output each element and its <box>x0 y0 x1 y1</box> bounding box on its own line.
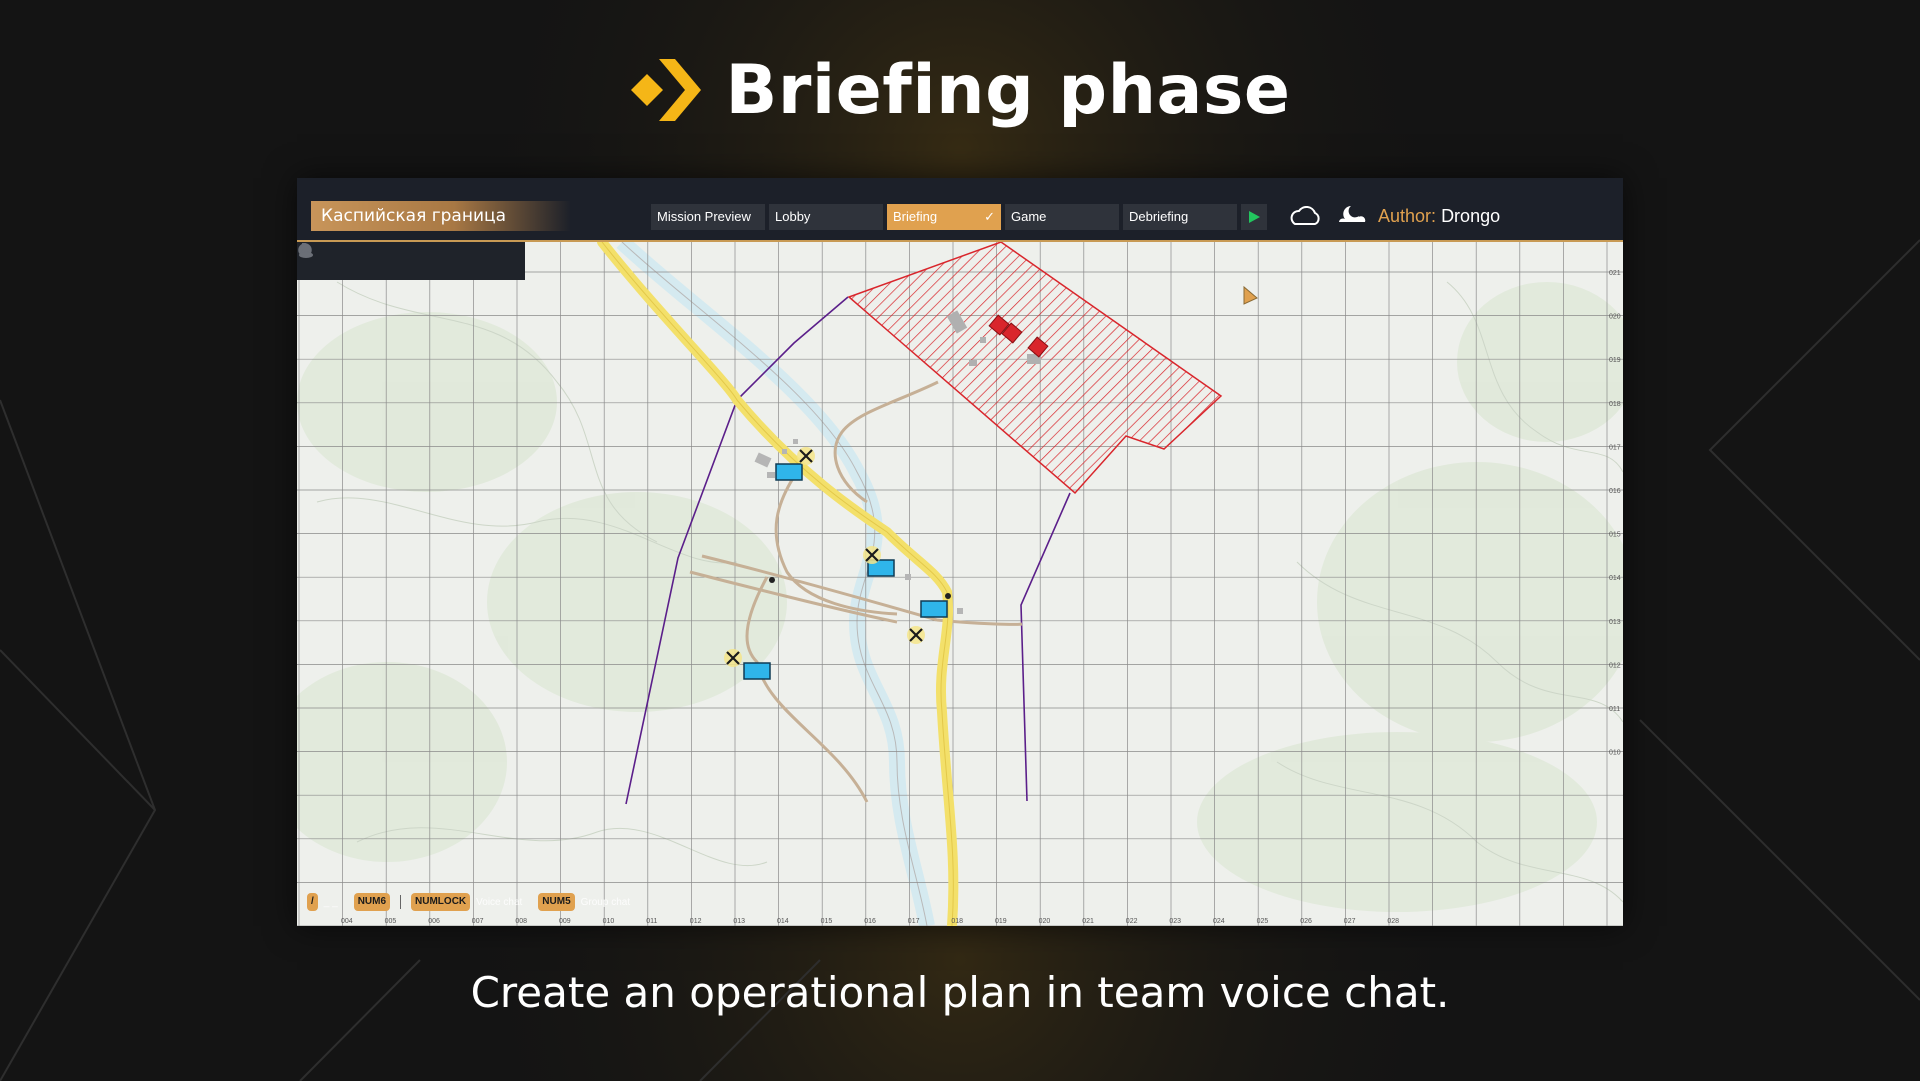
grid-label-right: 018 <box>1609 401 1621 408</box>
author-info: Author: Drongo <box>1378 206 1500 227</box>
hotkey-hints: / _ _ NUM6 NUMLOCK Voice chat NUM5 Group… <box>307 893 640 911</box>
voice-chat-hint: Voice chat <box>476 896 523 908</box>
grid-label-bottom: 012 <box>690 918 702 925</box>
tab-label: Lobby <box>775 209 811 224</box>
tab-label: Debriefing <box>1129 209 1189 224</box>
phase-tabs: Mission Preview Lobby Briefing ✓ Game Deb… <box>651 204 1237 230</box>
grid-label-bottom: 016 <box>864 918 876 925</box>
grid-label-bottom: 025 <box>1257 918 1269 925</box>
grid-label-bottom: 009 <box>559 918 571 925</box>
grid-label-right: 017 <box>1609 444 1621 451</box>
grid-label-bottom: 011 <box>646 918 657 925</box>
headline-title: Briefing phase <box>725 50 1291 130</box>
night-moon-icon[interactable] <box>1337 202 1367 228</box>
grid-label-bottom: 017 <box>908 918 920 925</box>
map-canvas[interactable]: 004 005 006 007 008 009 010 011 012 013 014 015 016 0… <box>297 242 1623 926</box>
compass-icon[interactable] <box>299 244 367 273</box>
grid-label-right: 011 <box>1609 706 1620 713</box>
headline: Briefing phase <box>0 48 1920 132</box>
separator <box>400 895 402 909</box>
grid-label-right: 014 <box>1609 575 1621 582</box>
grid-label-bottom: 014 <box>777 918 789 925</box>
grid-label-bottom: 020 <box>1039 918 1051 925</box>
numlock-key: NUMLOCK <box>411 893 471 911</box>
grid-label-right: 015 <box>1609 532 1621 539</box>
tab-label: Briefing <box>893 209 938 224</box>
map-toolbox <box>297 242 525 280</box>
grid-label-bottom: 015 <box>821 918 833 925</box>
grid-label-bottom: 008 <box>515 918 527 925</box>
grid-label-right: 010 <box>1609 750 1621 757</box>
grid-label-right: 021 <box>1609 270 1621 277</box>
pin-icon[interactable] <box>301 243 443 273</box>
slash-key: / <box>307 893 318 911</box>
author-name: Drongo <box>1441 206 1501 226</box>
num6-key: NUM6 <box>353 893 391 911</box>
mission-title: Каспийская граница <box>311 201 571 231</box>
play-button[interactable] <box>1241 204 1267 230</box>
hint-dash: _ _ <box>323 896 338 908</box>
tab-lobby[interactable]: Lobby <box>769 204 883 230</box>
grid-label-bottom: 006 <box>428 918 440 925</box>
group-icon[interactable] <box>299 244 519 273</box>
tab-mission-preview[interactable]: Mission Preview <box>651 204 765 230</box>
top-bar: Каспийская граница Mission Preview Lobby… <box>297 178 1623 242</box>
grid-label-right: 016 <box>1609 488 1621 495</box>
grid-label-bottom: 022 <box>1126 918 1138 925</box>
grid-label-right: 013 <box>1609 619 1621 626</box>
grid-label-bottom: 018 <box>951 918 963 925</box>
cloud-icon[interactable] <box>1288 206 1322 226</box>
grid-label-bottom: 007 <box>472 918 484 925</box>
author-label: Author: <box>1378 206 1437 226</box>
tab-label: Mission Preview <box>657 209 751 224</box>
grid-label-bottom: 026 <box>1300 918 1312 925</box>
grid-label-right: 020 <box>1609 314 1621 321</box>
tab-label: Game <box>1011 209 1047 224</box>
globe-icon[interactable] <box>298 243 405 273</box>
num5-key: NUM5 <box>538 893 575 911</box>
grid-label-bottom: 028 <box>1387 918 1399 925</box>
check-icon: ✓ <box>984 209 995 224</box>
tactical-map[interactable]: 004 005 006 007 008 009 010 011 012 013 014 015 016 0… <box>297 242 1623 926</box>
grid-label-bottom: 019 <box>995 918 1007 925</box>
group-chat-hint: Group chat <box>580 896 631 908</box>
tab-debriefing[interactable]: Debriefing <box>1123 204 1237 230</box>
play-icon <box>1249 211 1260 223</box>
grid-label-bottom: 013 <box>733 918 745 925</box>
game-window: Каспийская граница Mission Preview Lobby… <box>297 178 1623 926</box>
grid-label-right: 012 <box>1609 662 1621 669</box>
grid-label-bottom: 004 <box>341 918 353 925</box>
promo-caption: Create an operational plan in team voice… <box>470 968 1450 1017</box>
tab-game[interactable]: Game <box>1005 204 1119 230</box>
grid-label-bottom: 027 <box>1344 918 1356 925</box>
brand-chevron-icon <box>631 59 702 121</box>
grid-label-bottom: 005 <box>385 918 397 925</box>
grid-label-bottom: 023 <box>1169 918 1181 925</box>
tab-briefing[interactable]: Briefing ✓ <box>887 204 1001 230</box>
grid-label-bottom: 024 <box>1213 918 1225 925</box>
grid-label-right: 019 <box>1609 357 1621 364</box>
pencil-icon[interactable] <box>300 245 481 273</box>
grid-label-bottom: 021 <box>1082 918 1094 925</box>
grid-label-bottom: 010 <box>603 918 615 925</box>
